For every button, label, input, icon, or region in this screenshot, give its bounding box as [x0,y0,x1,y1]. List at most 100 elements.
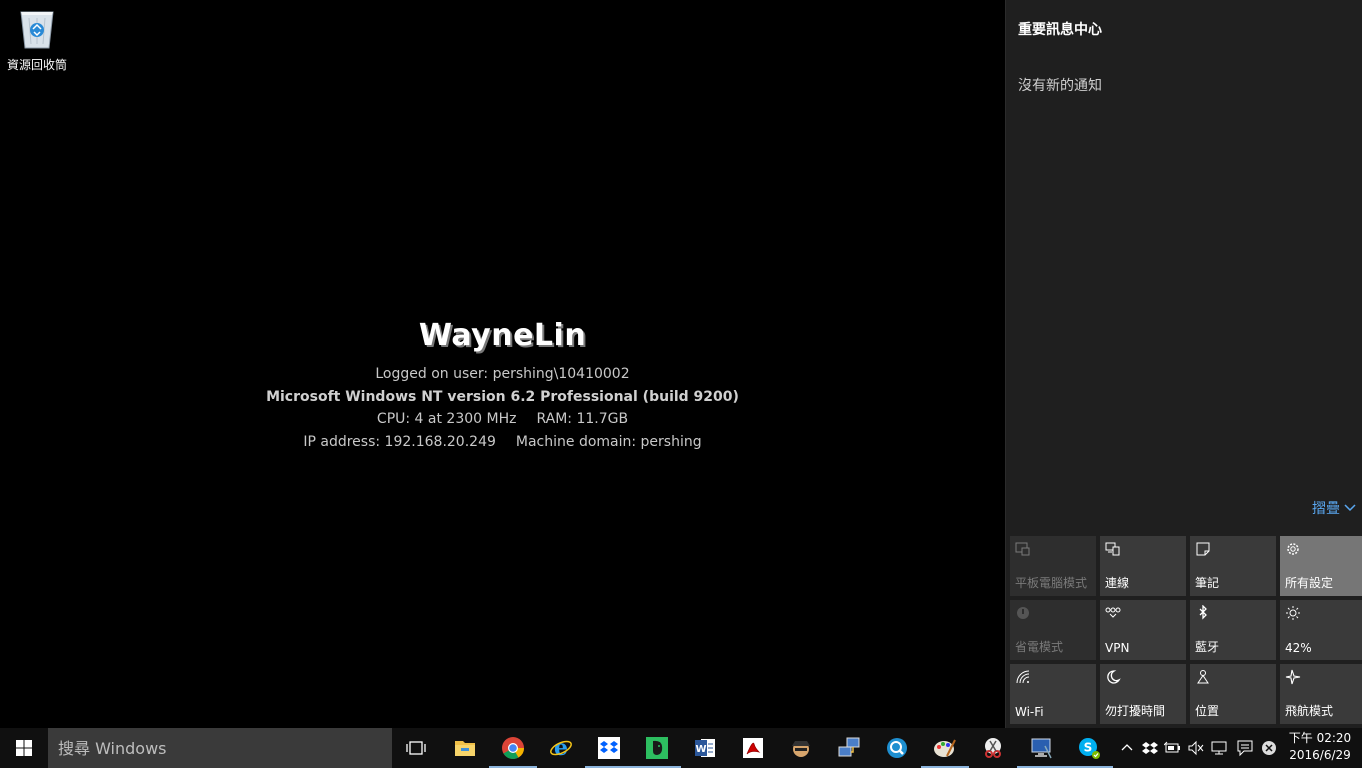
internet-explorer-icon: e [550,736,572,760]
bginfo-panel: WayneLin Logged on user: pershing\104100… [0,318,1005,453]
chrome-icon [502,737,524,759]
monitor-icon [1031,738,1052,759]
quick-action-bluetooth[interactable]: 藍牙 [1190,600,1276,660]
action-center: 重要訊息中心 沒有新的通知 摺疊 平板電腦模式 連線 筆記 所有設定 省電模式 … [1005,0,1362,728]
taskbar-clock[interactable]: 下午 02:20 2016/6/29 [1285,730,1355,764]
battery-icon[interactable] [1164,739,1182,757]
taskbar-skype[interactable]: S [1065,728,1113,768]
taskbar-remote-desktop[interactable] [1017,728,1065,768]
clock-date: 2016/6/29 [1289,748,1351,762]
action-center-icon[interactable] [1236,739,1254,757]
quick-action-quiet-hours[interactable]: 勿打擾時間 [1100,664,1186,724]
task-view-icon [406,741,426,755]
speaker-muted-icon[interactable] [1187,739,1205,757]
chevron-down-icon [1344,504,1356,512]
spy-agent-icon [792,741,810,757]
tile-label: 勿打擾時間 [1105,704,1166,718]
recycle-bin-shortcut[interactable]: 資源回收筒 [4,6,70,73]
chevron-up-icon[interactable] [1118,739,1136,757]
quick-action-all-settings[interactable]: 所有設定 [1280,536,1362,596]
close-circle-icon[interactable] [1260,739,1278,757]
quick-actions: 平板電腦模式 連線 筆記 所有設定 省電模式 VPN 藍牙 42% Wi-Fi … [1010,536,1362,724]
network-info: IP address: 192.168.20.249 Machine domain… [0,431,1005,454]
quick-action-brightness[interactable]: 42% [1280,600,1362,660]
quick-action-location[interactable]: 位置 [1190,664,1276,724]
dropbox-tray-icon[interactable] [1141,739,1159,757]
svg-text:e: e [554,736,568,760]
quick-action-vpn[interactable]: VPN [1100,600,1186,660]
collapse-label: 摺疊 [1312,501,1340,517]
taskbar-paint[interactable] [921,728,969,768]
network-wired-icon[interactable] [1210,739,1228,757]
magnifier-app-icon [887,738,907,758]
scissors-icon [985,738,1001,758]
quick-action-tablet-mode[interactable]: 平板電腦模式 [1010,536,1096,596]
windows-logo-icon [16,740,32,756]
os-version: Microsoft Windows NT version 6.2 Profess… [266,388,739,405]
tile-label: 藍牙 [1195,640,1220,654]
taskbar-snipping-tool[interactable] [969,728,1017,768]
start-button[interactable] [0,728,48,768]
airplane-icon [1285,669,1301,685]
location-icon [1197,670,1209,684]
quick-action-airplane[interactable]: 飛航模式 [1280,664,1362,724]
cpu-info: CPU: 4 at 2300 MHz [376,411,517,427]
paint-palette-icon [934,739,956,757]
tile-label: VPN [1105,641,1130,655]
folder-icon [455,741,475,756]
taskbar-word[interactable]: W [681,728,729,768]
taskbar-evernote[interactable] [633,728,681,768]
recycle-bin-label: 資源回收筒 [6,58,67,72]
taskbar-dropbox[interactable] [585,728,633,768]
note-icon [1196,542,1210,556]
acrobat-icon [743,738,763,758]
tile-label: 所有設定 [1285,576,1334,590]
word-icon: W [695,739,715,757]
quick-action-note[interactable]: 筆記 [1190,536,1276,596]
hardware-info: CPU: 4 at 2300 MHz RAM: 11.7GB [0,408,1005,431]
taskbar-internet-explorer[interactable]: e [537,728,585,768]
recycle-bin-icon [17,6,57,50]
search-box[interactable] [48,728,392,768]
moon-icon [1107,670,1121,684]
taskbar-network-app[interactable] [825,728,873,768]
taskbar-acrobat[interactable] [729,728,777,768]
tablet-mode-icon [1015,542,1030,556]
quick-action-wifi[interactable]: Wi-Fi [1010,664,1096,724]
action-center-title: 重要訊息中心 [1018,22,1102,38]
gear-icon [1287,543,1299,555]
taskbar-app-spy[interactable] [777,728,825,768]
brightness-icon [1286,606,1300,620]
tile-label: 平板電腦模式 [1015,576,1088,590]
connect-icon [1105,542,1120,556]
logged-on-user: Logged on user: pershing\10410002 [375,366,630,382]
clock-time: 下午 02:20 [1288,731,1352,745]
taskbar-search-app[interactable] [873,728,921,768]
task-view-button[interactable] [396,728,436,768]
tile-label: 42% [1285,641,1312,655]
taskbar-file-explorer[interactable] [441,728,489,768]
tile-label: 筆記 [1195,576,1220,590]
tile-label: 連線 [1105,576,1130,590]
svg-text:W: W [695,744,706,755]
ram-info: RAM: 11.7GB [536,411,629,427]
network-computers-icon [838,737,860,757]
vpn-icon [1105,607,1121,618]
tile-label: 省電模式 [1015,640,1064,654]
quick-action-connect[interactable]: 連線 [1100,536,1186,596]
taskbar: e W S [0,728,1362,768]
evernote-icon [646,737,668,759]
collapse-button[interactable]: 摺疊 [1312,498,1356,518]
dropbox-icon [598,737,620,759]
tile-label: 位置 [1195,704,1220,718]
tile-label: 飛航模式 [1285,704,1334,718]
search-input[interactable] [48,728,392,768]
tile-label: Wi-Fi [1015,705,1044,719]
quick-action-battery-saver[interactable]: 省電模式 [1010,600,1096,660]
taskbar-chrome[interactable] [489,728,537,768]
skype-icon: S [1079,738,1100,759]
desktop: 資源回收筒 WayneLin Logged on user: pershing\… [0,0,1005,728]
svg-text:S: S [1084,741,1093,755]
ip-address: IP address: 192.168.20.249 [303,433,496,450]
wifi-icon [1016,670,1030,684]
